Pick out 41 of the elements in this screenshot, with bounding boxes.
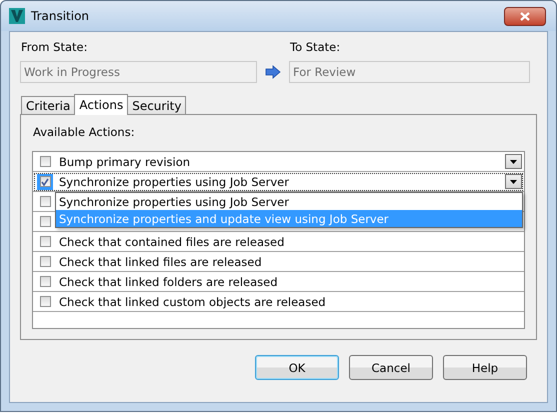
checkbox[interactable]: [40, 276, 50, 287]
window-title: Transition: [31, 9, 90, 23]
action-row[interactable]: Check that linked files are released: [33, 252, 524, 272]
tab[interactable]: Actions: [74, 94, 128, 115]
dropdown-button[interactable]: [505, 174, 522, 189]
action-label: Synchronize properties using Job Server: [59, 174, 290, 188]
available-actions-label: Available Actions:: [33, 125, 136, 139]
dropdown-button[interactable]: [505, 154, 522, 169]
to-state-field[interactable]: For Review: [289, 61, 530, 83]
from-state-field[interactable]: Work in Progress: [20, 61, 257, 83]
action-row[interactable]: Check that contained files are released: [33, 232, 524, 252]
checkbox[interactable]: [40, 196, 50, 207]
checkbox[interactable]: [40, 176, 50, 187]
action-label: Check that linked files are released: [59, 254, 263, 268]
action-row[interactable]: Bump primary revision: [33, 152, 524, 172]
action-label: Check that linked folders are released: [59, 274, 279, 288]
dialog-button[interactable]: OK: [255, 355, 339, 380]
caret-icon: [510, 160, 517, 164]
app-logo-icon: [9, 8, 25, 24]
right-arrow-icon: [265, 65, 281, 79]
checkbox[interactable]: [40, 216, 50, 227]
close-icon: [520, 12, 530, 20]
dropdown-option[interactable]: Synchronize properties using Job Server: [56, 193, 522, 210]
from-state-label: From State:: [21, 40, 88, 54]
dialog-button[interactable]: Cancel: [349, 355, 433, 380]
close-button[interactable]: [504, 6, 546, 26]
to-state-label: To State:: [290, 40, 342, 54]
tab[interactable]: Criteria: [21, 96, 76, 115]
checkbox[interactable]: [40, 296, 50, 307]
dialog-button[interactable]: Help: [443, 355, 527, 380]
tab[interactable]: Security: [127, 96, 186, 115]
action-row[interactable]: Check that linked folders are released: [33, 272, 524, 292]
action-label: Check that contained files are released: [59, 234, 286, 248]
checkbox[interactable]: [40, 156, 50, 167]
action-label: Bump primary revision: [59, 154, 192, 168]
checkmark-icon: [41, 178, 49, 186]
checkbox[interactable]: [40, 256, 50, 267]
action-row[interactable]: Check that linked custom objects are released: [33, 292, 524, 312]
action-label: Check that linked custom objects are released: [59, 294, 327, 308]
caret-icon: [510, 180, 517, 184]
checkbox[interactable]: [40, 236, 50, 247]
